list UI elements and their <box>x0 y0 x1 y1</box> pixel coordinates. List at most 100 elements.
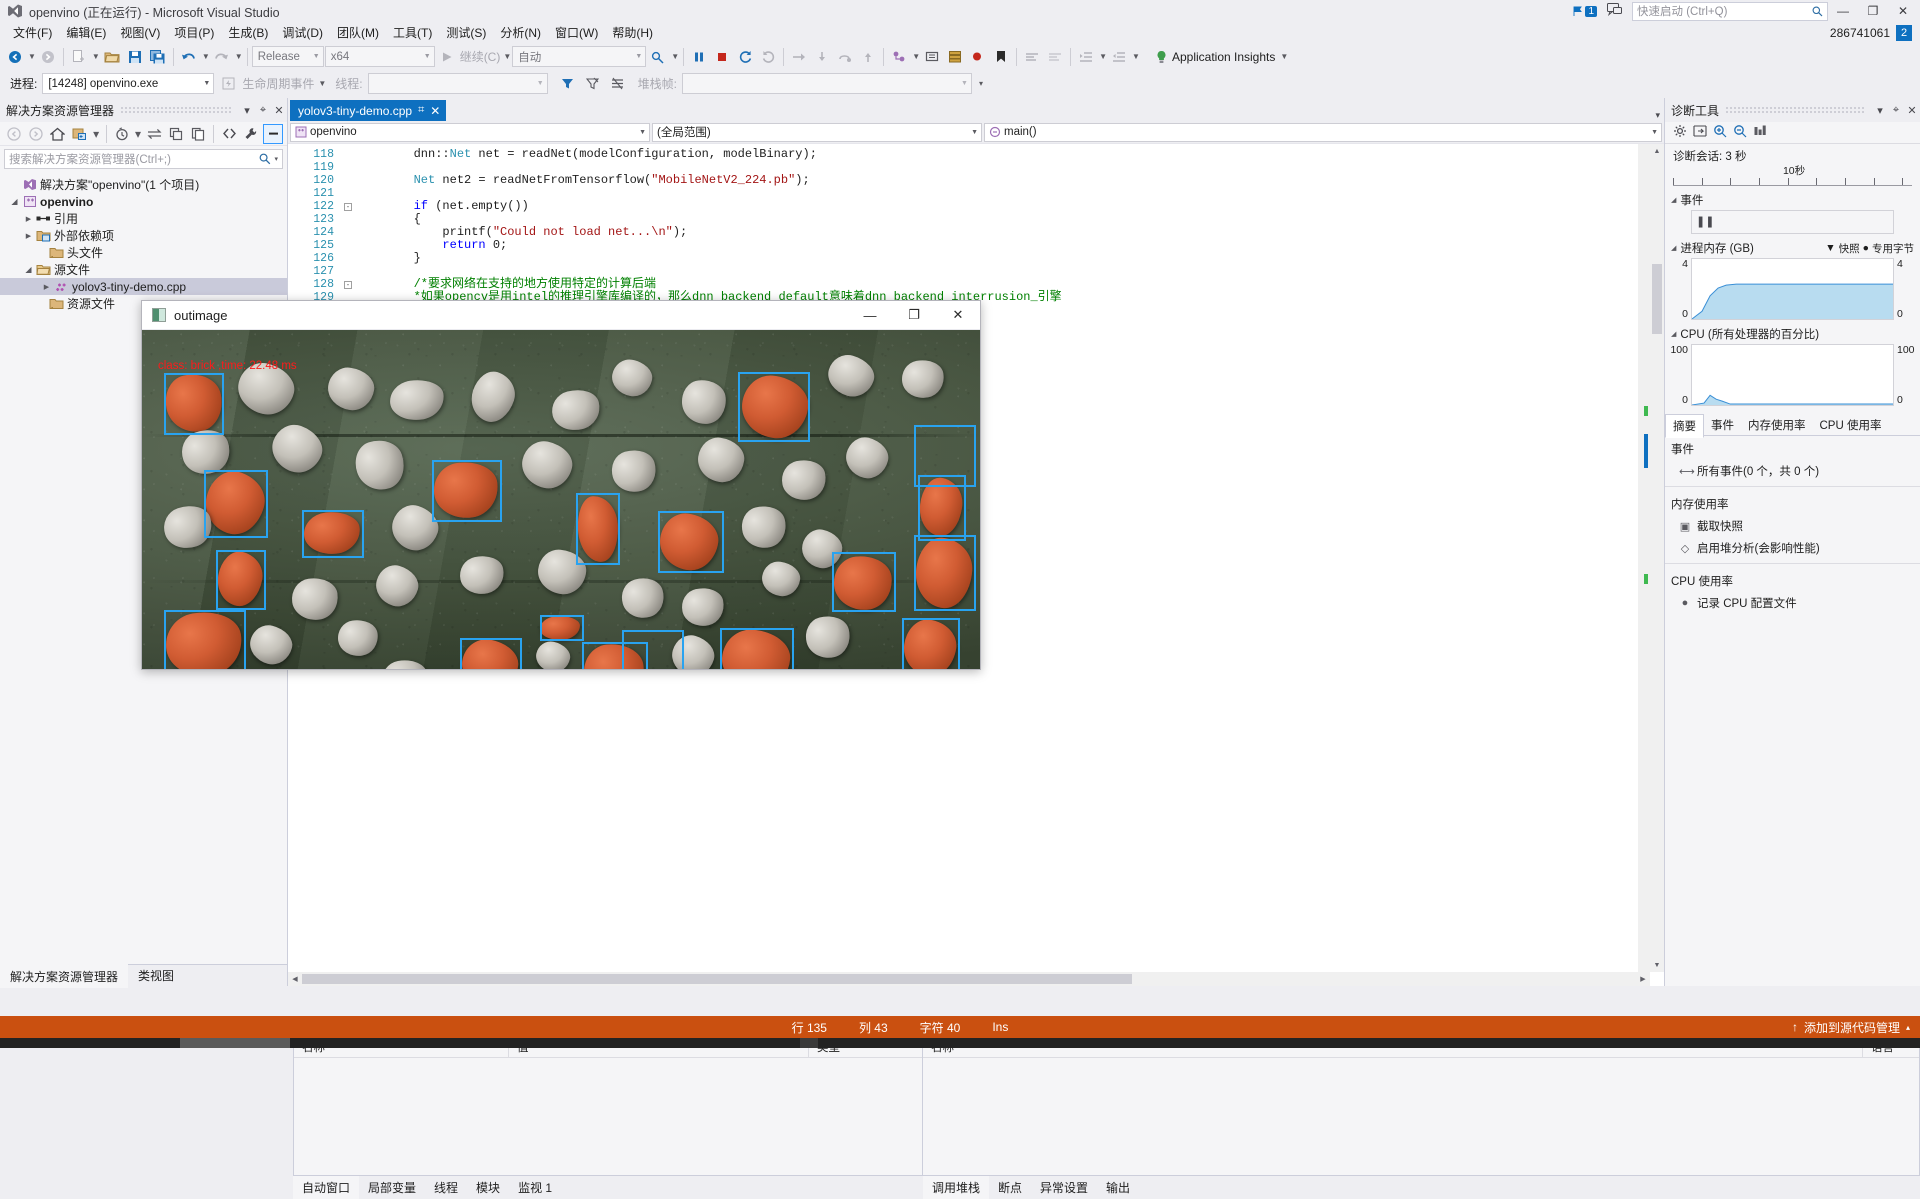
filter-icon[interactable] <box>557 73 579 95</box>
tab-class-view[interactable]: 类视图 <box>128 964 184 987</box>
summary-enable-heap-profiling[interactable]: ◇ 启用堆分析(会影响性能) <box>1665 537 1920 559</box>
outimage-title-bar[interactable]: outimage — ❐ ✕ <box>142 301 980 330</box>
pin-icon[interactable]: ⌖ <box>1888 100 1904 120</box>
chevron-down-icon[interactable]: ▼ <box>1280 52 1288 61</box>
show-all-files-icon[interactable] <box>219 124 239 144</box>
menu-item-build[interactable]: 生成(B) <box>221 22 275 43</box>
code-line[interactable] <box>356 187 1664 200</box>
thread-dropdown[interactable]: ▼ <box>912 52 920 61</box>
chevron-down-icon[interactable]: ▾ <box>239 100 255 120</box>
close-icon[interactable]: ✕ <box>430 104 440 118</box>
nav-member-combo[interactable]: main() ▼ <box>984 123 1662 142</box>
tab-exception-settings[interactable]: 异常设置 <box>1031 1176 1097 1199</box>
outimage-minimize-button[interactable]: — <box>848 301 892 330</box>
open-folder-icon[interactable] <box>101 46 123 68</box>
chevron-up-icon[interactable]: ▲ <box>1650 144 1664 158</box>
cpu-graph[interactable] <box>1691 344 1894 406</box>
menu-item-edit[interactable]: 编辑(E) <box>59 22 113 43</box>
menu-item-debug[interactable]: 调试(D) <box>275 22 330 43</box>
pending-changes-icon[interactable] <box>70 124 90 144</box>
history-icon[interactable] <box>112 124 132 144</box>
hot-reload-dropdown[interactable]: ▼ <box>671 52 679 61</box>
pin-icon[interactable]: ⌗ <box>418 104 424 117</box>
application-insights-button[interactable]: Application Insights ▼ <box>1155 50 1288 64</box>
settings-icon[interactable] <box>1673 124 1687 141</box>
tree-arrow-collapsed[interactable]: ▶ <box>22 232 35 240</box>
tree-arrow-collapsed[interactable]: ▶ <box>40 283 53 291</box>
bookmark-icon[interactable] <box>990 46 1012 68</box>
cpu-section-header[interactable]: ◢ CPU (所有处理器的百分比) <box>1665 324 1920 344</box>
tab-cpu-usage[interactable]: CPU 使用率 <box>1813 414 1889 436</box>
process-icon[interactable] <box>921 46 943 68</box>
menu-item-view[interactable]: 视图(V) <box>113 22 167 43</box>
tab-solution-explorer[interactable]: 解决方案资源管理器 <box>0 964 128 988</box>
search-input[interactable]: 搜索解决方案资源管理器(Ctrl+;) ▾ <box>4 149 283 169</box>
tab-call-stack[interactable]: 调用堆栈 <box>923 1176 989 1199</box>
tab-autos[interactable]: 自动窗口 <box>293 1176 359 1199</box>
menu-item-project[interactable]: 项目(P) <box>167 22 221 43</box>
copy-icon[interactable] <box>188 124 208 144</box>
close-icon[interactable]: ✕ <box>1904 100 1920 120</box>
menu-item-help[interactable]: 帮助(H) <box>605 22 660 43</box>
stop-icon[interactable] <box>711 46 733 68</box>
pin-icon[interactable]: ⌖ <box>255 100 271 120</box>
outimage-maximize-button[interactable]: ❐ <box>892 301 936 330</box>
quick-launch-input[interactable]: 快速启动 (Ctrl+Q) <box>1632 2 1828 21</box>
tab-breakpoints[interactable]: 断点 <box>989 1176 1031 1199</box>
vertical-scrollbar[interactable]: ▲ ▼ <box>1650 144 1664 972</box>
attach-combo[interactable]: 自动 ▼ <box>512 46 646 67</box>
events-graph[interactable]: ❚❚ <box>1691 210 1894 234</box>
menu-item-window[interactable]: 窗口(W) <box>548 22 605 43</box>
fold-toggle[interactable]: - <box>340 278 356 291</box>
tree-arrow-expanded[interactable]: ◢ <box>8 197 21 206</box>
code-line[interactable]: Net net2 = readNetFromTensorflow("Mobile… <box>356 174 1664 187</box>
lifecycle-dropdown[interactable]: ▼ <box>318 79 326 88</box>
close-icon[interactable]: ✕ <box>271 100 287 120</box>
collapse-all-icon[interactable] <box>166 124 186 144</box>
nav-back-dropdown[interactable]: ▼ <box>28 52 36 61</box>
chevron-down-icon[interactable]: ▼ <box>1650 958 1664 972</box>
chevron-down-icon[interactable]: ▾ <box>271 155 278 163</box>
notification-flag[interactable]: 1 <box>1572 6 1597 17</box>
tree-item-external-dependencies[interactable]: ▶ 外部依赖项 <box>0 227 287 244</box>
chevron-left-icon[interactable]: ◀ <box>288 972 302 986</box>
menu-item-analyze[interactable]: 分析(N) <box>493 22 548 43</box>
callstack-rows[interactable] <box>923 1058 1919 1175</box>
flatten-icon[interactable] <box>607 73 629 95</box>
sync-icon[interactable] <box>145 124 165 144</box>
filter-clear-icon[interactable] <box>582 73 604 95</box>
process-combo[interactable]: [14248] openvino.exe ▼ <box>42 73 214 94</box>
minimize-button[interactable]: — <box>1828 0 1858 22</box>
timeline-ruler[interactable]: 10秒 <box>1673 168 1912 186</box>
undo-icon[interactable] <box>178 46 200 68</box>
editor-tab-yolov3-tiny-demo-cpp[interactable]: yolov3-tiny-demo.cpp ⌗ ✕ <box>290 100 446 121</box>
outdent-dropdown[interactable]: ▼ <box>1132 52 1140 61</box>
menu-item-file[interactable]: 文件(F) <box>6 22 59 43</box>
feedback-icon[interactable] <box>1607 3 1622 19</box>
tab-events[interactable]: 事件 <box>1704 414 1741 436</box>
tree-item-project-openvino[interactable]: ◢ openvino <box>0 193 287 210</box>
restart-icon[interactable] <box>734 46 756 68</box>
tab-modules[interactable]: 模块 <box>467 1176 509 1199</box>
nav-project-combo[interactable]: openvino ▼ <box>290 123 650 142</box>
menu-item-tools[interactable]: 工具(T) <box>386 22 439 43</box>
redo-dropdown[interactable]: ▼ <box>235 52 243 61</box>
save-icon[interactable] <box>124 46 146 68</box>
new-item-dropdown[interactable]: ▼ <box>92 52 100 61</box>
summary-events-item[interactable]: ⟷ 所有事件(0 个，共 0 个) <box>1665 460 1920 482</box>
horizontal-scrollbar[interactable]: ◀ ▶ <box>288 972 1650 986</box>
code-line[interactable]: if (net.empty()) <box>356 200 1664 213</box>
zoom-out-icon[interactable] <box>1733 124 1747 141</box>
stack-icon[interactable] <box>944 46 966 68</box>
menu-item-test[interactable]: 测试(S) <box>439 22 493 43</box>
tree-arrow-expanded[interactable]: ◢ <box>22 265 35 274</box>
tree-item-solution[interactable]: 解决方案"openvino"(1 个项目) <box>0 176 287 193</box>
tab-output[interactable]: 输出 <box>1097 1176 1139 1199</box>
code-line[interactable]: } <box>356 252 1664 265</box>
chevron-down-icon[interactable]: ▾ <box>134 124 143 144</box>
chevron-right-icon[interactable]: ▶ <box>1636 972 1650 986</box>
undo-dropdown[interactable]: ▼ <box>202 52 210 61</box>
pause-icon[interactable] <box>688 46 710 68</box>
thread-combo[interactable]: ▼ <box>368 73 548 94</box>
tree-arrow-collapsed[interactable]: ▶ <box>22 215 35 223</box>
